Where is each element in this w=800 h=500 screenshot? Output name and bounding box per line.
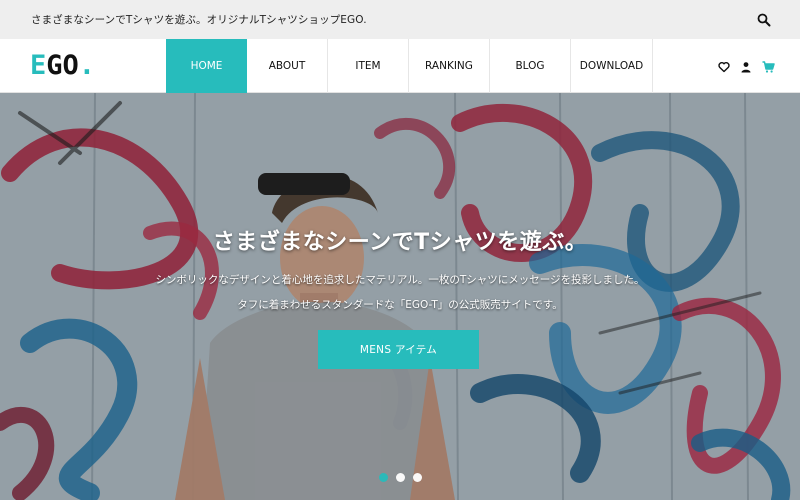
logo-letter-e: E — [30, 50, 47, 81]
nav-item-blog[interactable]: BLOG — [490, 39, 571, 93]
nav-item-ranking[interactable]: RANKING — [409, 39, 490, 93]
logo-dot: . — [78, 50, 96, 81]
top-bar: さまざまなシーンでTシャツを遊ぶ。オリジナルTシャツショップEGO. — [0, 0, 800, 39]
cart-icon[interactable] — [762, 58, 775, 73]
hero-title: さまざまなシーンでTシャツを遊ぶ。 — [212, 230, 588, 255]
search-icon[interactable] — [756, 12, 772, 28]
hero-subtitle-line-2: タフに着まわせるスタンダードな「EGO-T」の公式販売サイトです。 — [237, 299, 563, 311]
nav-item-item[interactable]: ITEM — [328, 39, 409, 93]
hero-subtitle-line-1: シンボリックなデザインと着心地を追求したマテリアル。一枚のTシャツにメッセージを… — [155, 274, 645, 286]
slider-pagination — [379, 473, 422, 482]
site-logo[interactable]: E GO. — [30, 51, 95, 81]
heart-icon[interactable] — [718, 58, 730, 73]
nav-item-home[interactable]: HOME — [166, 39, 247, 93]
site-tagline: さまざまなシーンでTシャツを遊ぶ。オリジナルTシャツショップEGO. — [31, 14, 367, 26]
slide-dot-3[interactable] — [413, 473, 422, 482]
hero-slider: さまざまなシーンでTシャツを遊ぶ。 シンボリックなデザインと着心地を追求したマテ… — [0, 93, 800, 500]
mens-items-button[interactable]: MENS アイテム — [318, 330, 479, 369]
slide-dot-1[interactable] — [379, 473, 388, 482]
nav-icon-group — [718, 58, 775, 73]
user-icon[interactable] — [740, 58, 752, 73]
slide-dot-2[interactable] — [396, 473, 405, 482]
logo-letters-go: GO — [46, 50, 79, 81]
nav-item-about[interactable]: ABOUT — [247, 39, 328, 93]
main-navbar: E GO. HOME ABOUT ITEM RANKING BLOG DOWNLO… — [0, 39, 800, 93]
nav-menu: HOME ABOUT ITEM RANKING BLOG DOWNLOAD — [166, 39, 653, 93]
nav-item-download[interactable]: DOWNLOAD — [571, 39, 653, 93]
